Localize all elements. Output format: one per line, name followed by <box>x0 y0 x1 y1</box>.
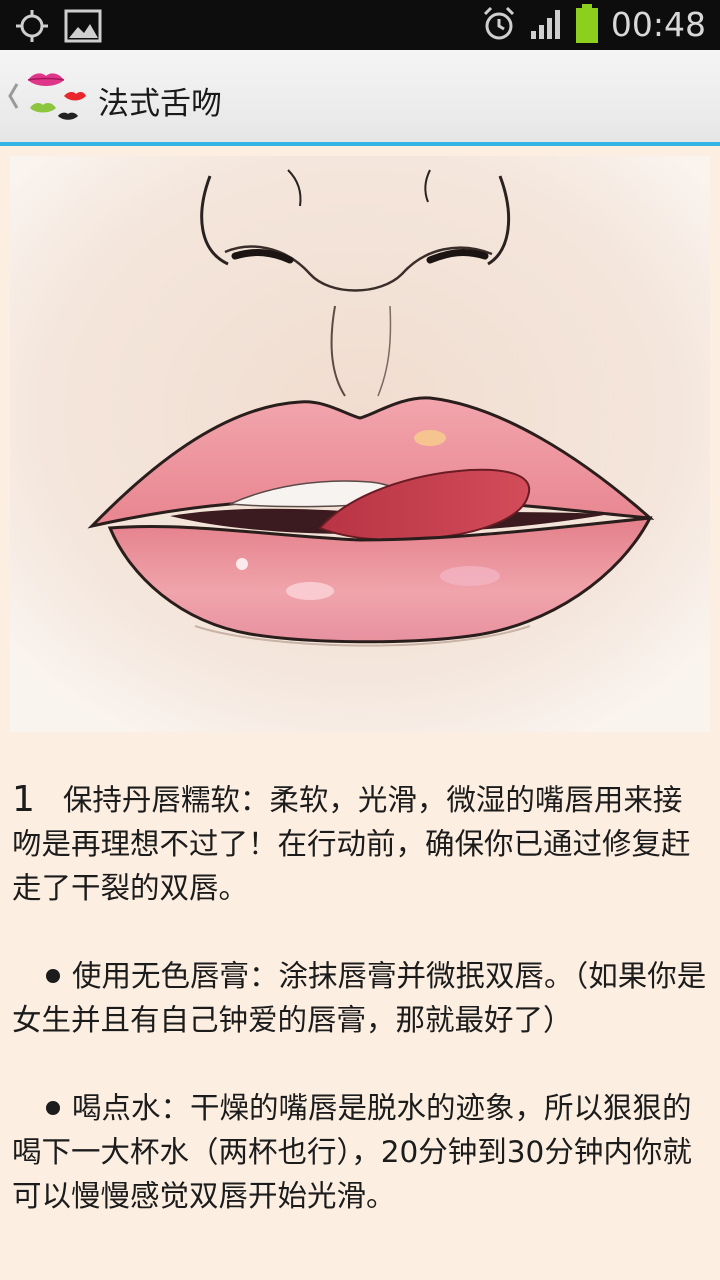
bullet-dot-icon <box>46 1101 60 1115</box>
image-icon <box>64 9 102 43</box>
back-chevron-icon[interactable] <box>6 80 20 112</box>
bullet-item: 使用无色唇膏：涂抹唇膏并微抿双唇。（如果你是女生并且有自己钟爱的唇膏，那就最好了… <box>12 954 708 1042</box>
action-bar-divider <box>0 142 720 146</box>
step-text: 保持丹唇糯软：柔软，光滑，微湿的嘴唇用来接吻是再理想不过了！在行动前，确保你已通… <box>12 783 691 905</box>
page-title: 法式舌吻 <box>98 86 222 122</box>
action-bar: 法式舌吻 <box>0 50 720 146</box>
step-1: 1 保持丹唇糯软：柔软，光滑，微湿的嘴唇用来接吻是再理想不过了！在行动前，确保你已… <box>12 778 708 910</box>
bullet-text: 喝点水：干燥的嘴唇是脱水的迹象，所以狠狠的喝下一大杯水（两杯也行），20分钟到3… <box>12 1091 692 1213</box>
battery-icon <box>575 4 598 43</box>
lips-logo-icon[interactable] <box>24 66 88 128</box>
gps-icon <box>16 10 48 42</box>
status-clock: 00:48 <box>610 4 706 44</box>
lips-tongue-illustration <box>10 156 710 732</box>
alarm-icon <box>483 6 514 40</box>
bullet-dot-icon <box>46 969 60 983</box>
bullet-item: 喝点水：干燥的嘴唇是脱水的迹象，所以狠狠的喝下一大杯水（两杯也行），20分钟到3… <box>12 1086 708 1218</box>
signal-icon <box>530 10 560 39</box>
article: 1 保持丹唇糯软：柔软，光滑，微湿的嘴唇用来接吻是再理想不过了！在行动前，确保你已… <box>12 778 708 1218</box>
bullet-text: 使用无色唇膏：涂抹唇膏并微抿双唇。（如果你是女生并且有自己钟爱的唇膏，那就最好了… <box>12 959 707 1037</box>
step-number: 1 <box>12 779 35 820</box>
status-bar: 00:48 <box>0 0 720 50</box>
